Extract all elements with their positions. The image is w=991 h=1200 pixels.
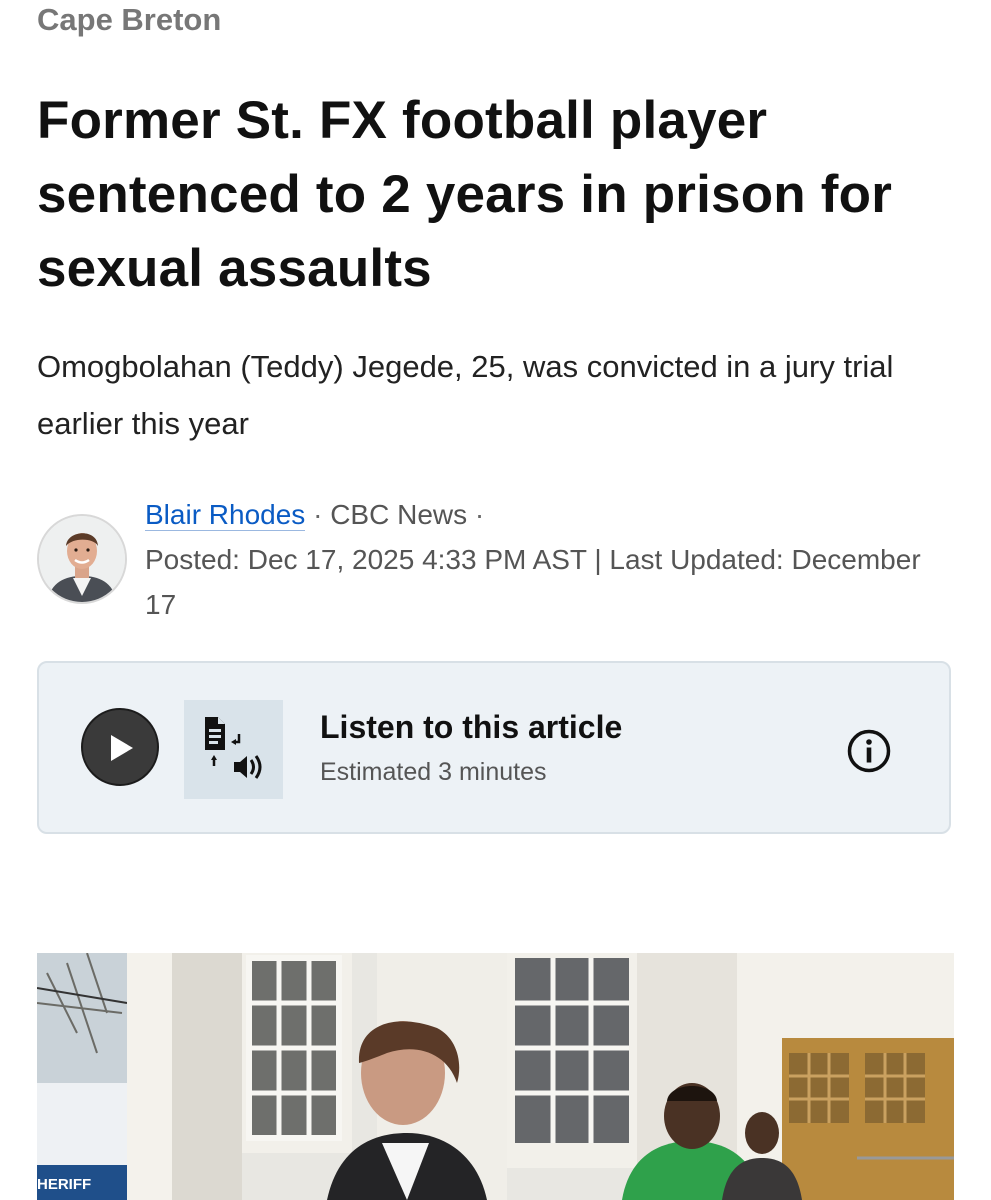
outlet-name: CBC News xyxy=(330,499,468,530)
byline-separator-trailing: · xyxy=(474,499,485,530)
article-deck: Omogbolahan (Teddy) Jegede, 25, was conv… xyxy=(37,349,894,441)
author-avatar[interactable] xyxy=(37,514,127,604)
listen-title: Listen to this article xyxy=(320,709,623,745)
byline-separator: · xyxy=(313,499,323,530)
listen-duration: Estimated 3 minutes xyxy=(320,758,547,786)
byline-text: Blair Rhodes · CBC News · Posted: Dec 17… xyxy=(145,492,945,627)
text-to-speech-icon xyxy=(184,700,283,799)
byline-line-1: Blair Rhodes · CBC News · xyxy=(145,492,945,537)
listen-to-article-card: Listen to this article Estimated 3 minut… xyxy=(37,661,951,834)
play-icon xyxy=(111,735,133,761)
byline: Blair Rhodes · CBC News · Posted: Dec 17… xyxy=(37,492,957,622)
vehicle-text: HERIFF xyxy=(37,1176,91,1193)
section-label[interactable]: Cape Breton xyxy=(37,0,221,40)
post-timestamp: Posted: Dec 17, 2025 4:33 PM AST | Last … xyxy=(145,544,921,620)
info-button[interactable] xyxy=(846,728,892,774)
author-link[interactable]: Blair Rhodes xyxy=(145,499,306,531)
hero-image[interactable]: HERIFF xyxy=(37,953,954,1200)
article-headline: Former St. FX football player sentenced … xyxy=(37,91,893,298)
play-button[interactable] xyxy=(81,708,159,786)
info-icon xyxy=(847,729,891,773)
